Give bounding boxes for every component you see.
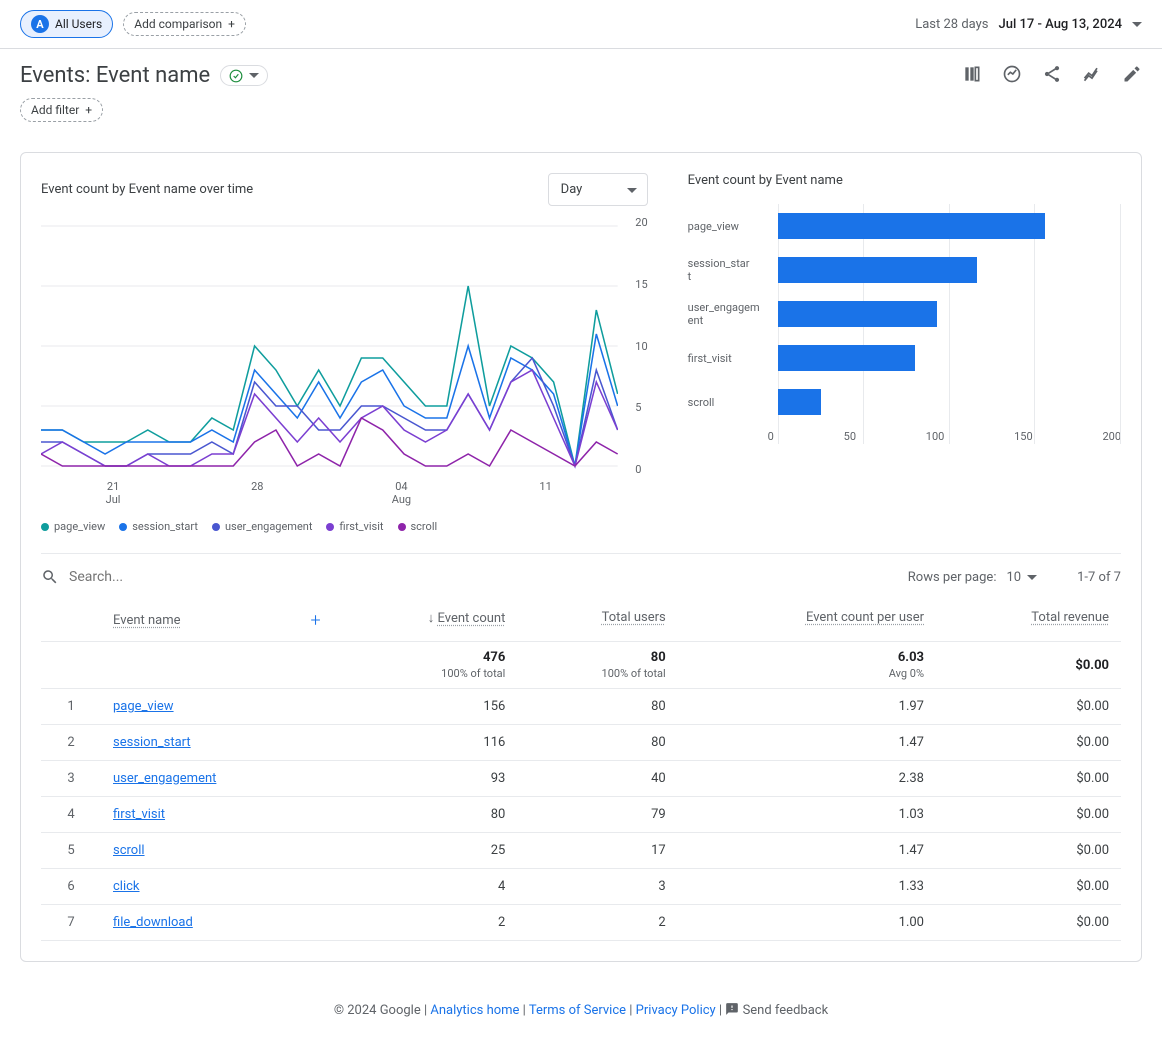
rows-per-page-select[interactable]: 10 xyxy=(1006,570,1037,585)
footer-link-tos[interactable]: Terms of Service xyxy=(529,1003,626,1018)
chevron-down-icon xyxy=(249,73,259,83)
table-row[interactable]: 4first_visit80791.03$0.00 xyxy=(41,797,1121,833)
legend-item[interactable]: session_start xyxy=(119,520,198,533)
check-circle-icon xyxy=(229,69,243,83)
events-table: Event name + Event count Total users Even… xyxy=(41,600,1121,941)
event-link[interactable]: page_view xyxy=(113,699,174,714)
filter-bar: Add filter + xyxy=(0,94,1162,136)
insights-icon[interactable] xyxy=(1002,64,1022,88)
bar-row[interactable]: scroll xyxy=(688,380,1121,424)
trend-icon[interactable] xyxy=(1082,64,1102,88)
col-total-revenue[interactable]: Total revenue xyxy=(1031,610,1109,625)
event-link[interactable]: session_start xyxy=(113,735,191,750)
plus-icon: + xyxy=(85,103,92,117)
customize-icon[interactable] xyxy=(962,64,982,88)
legend-item[interactable]: scroll xyxy=(398,520,438,533)
bar-row[interactable]: page_view xyxy=(688,204,1121,248)
feedback-icon xyxy=(725,1002,739,1016)
table-row[interactable]: 1page_view156801.97$0.00 xyxy=(41,689,1121,725)
add-filter-button[interactable]: Add filter + xyxy=(20,98,103,122)
legend-item[interactable]: user_engagement xyxy=(212,520,313,533)
table-row[interactable]: 3user_engagement93402.38$0.00 xyxy=(41,761,1121,797)
col-event-count[interactable]: Event count xyxy=(438,611,506,626)
table-row[interactable]: 2session_start116801.47$0.00 xyxy=(41,725,1121,761)
col-count-per-user[interactable]: Event count per user xyxy=(806,610,924,625)
top-bar: A All Users Add comparison + Last 28 day… xyxy=(0,0,1162,49)
bar-xaxis: 050100150200 xyxy=(768,424,1121,443)
table-row[interactable]: 7file_download221.00$0.00 xyxy=(41,905,1121,941)
bar-row[interactable]: first_visit xyxy=(688,336,1121,380)
table-row[interactable]: 5scroll25171.47$0.00 xyxy=(41,833,1121,869)
pagination-range: 1-7 of 7 xyxy=(1077,570,1121,585)
line-chart-title: Event count by Event name over time xyxy=(41,182,253,197)
bar-chart-panel: Event count by Event name page_viewsessi… xyxy=(688,173,1121,533)
share-icon[interactable] xyxy=(1042,64,1062,88)
add-comparison-button[interactable]: Add comparison + xyxy=(123,12,246,36)
table-controls: Rows per page: 10 1-7 of 7 xyxy=(41,554,1121,600)
line-xaxis: 21Jul2804Aug11 xyxy=(41,476,648,506)
granularity-select[interactable]: Day xyxy=(548,173,648,206)
toolbar xyxy=(962,64,1142,88)
event-link[interactable]: scroll xyxy=(113,843,145,858)
line-legend: page_view session_start user_engagement fir… xyxy=(41,520,648,533)
rows-per-page-label: Rows per page: xyxy=(908,570,997,585)
event-link[interactable]: user_engagement xyxy=(113,771,216,786)
segment-label: All Users xyxy=(55,17,102,31)
send-feedback-button[interactable]: Send feedback xyxy=(725,1003,828,1018)
search-icon xyxy=(41,568,59,586)
plus-icon: + xyxy=(228,17,235,31)
segment-letter: A xyxy=(31,15,49,33)
bar-chart[interactable]: page_viewsession_startuser_engagementfir… xyxy=(688,204,1121,464)
footer: © 2024 Google | Analytics home | Terms o… xyxy=(0,978,1162,1042)
report-card: Event count by Event name over time Day … xyxy=(20,152,1142,962)
date-range-picker[interactable]: Last 28 days Jul 17 - Aug 13, 2024 xyxy=(915,17,1142,32)
legend-item[interactable]: first_visit xyxy=(326,520,383,533)
totals-row: 476100% of total 80100% of total 6.03Avg… xyxy=(41,642,1121,689)
bar-chart-title: Event count by Event name xyxy=(688,173,1121,188)
event-link[interactable]: click xyxy=(113,879,140,894)
col-total-users[interactable]: Total users xyxy=(602,610,666,625)
status-pill[interactable] xyxy=(220,65,268,86)
event-link[interactable]: first_visit xyxy=(113,807,165,822)
bar-row[interactable]: user_engagement xyxy=(688,292,1121,336)
footer-link-privacy[interactable]: Privacy Policy xyxy=(636,1003,716,1018)
title-bar: Events: Event name xyxy=(0,49,1162,94)
line-chart[interactable] xyxy=(41,216,618,476)
add-dimension-button[interactable]: + xyxy=(311,610,321,631)
table-row[interactable]: 6click431.33$0.00 xyxy=(41,869,1121,905)
bar-row[interactable]: session_start xyxy=(688,248,1121,292)
footer-link-home[interactable]: Analytics home xyxy=(430,1003,519,1018)
edit-icon[interactable] xyxy=(1122,64,1142,88)
event-link[interactable]: file_download xyxy=(113,915,193,930)
line-chart-panel: Event count by Event name over time Day … xyxy=(41,173,648,533)
search-input[interactable] xyxy=(69,569,896,585)
legend-item[interactable]: page_view xyxy=(41,520,105,533)
segment-pill[interactable]: A All Users xyxy=(20,10,113,38)
page-title: Events: Event name xyxy=(20,63,210,88)
chevron-down-icon xyxy=(1132,22,1142,32)
line-yaxis: 20151050 xyxy=(629,216,647,476)
chevron-down-icon xyxy=(1027,575,1037,585)
col-event-name[interactable]: Event name xyxy=(113,613,181,628)
